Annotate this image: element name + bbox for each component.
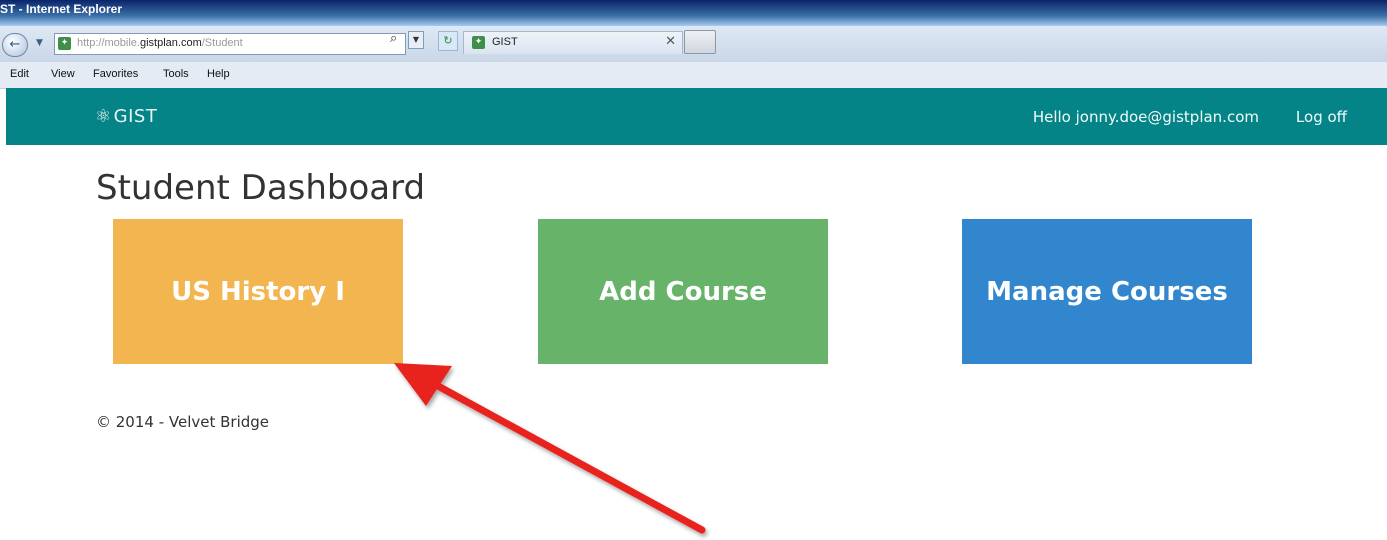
arrow-shaft [434,382,706,534]
search-icon[interactable]: ⌕ [390,31,397,46]
menu-item-favorites[interactable]: Favorites [93,68,138,80]
footer-copyright: © 2014 - Velvet Bridge [96,413,270,431]
address-dropdown-button[interactable]: ▼ [408,31,424,49]
address-domain: gistplan.com [139,37,202,49]
window-title: ST - Internet Explorer [0,2,123,16]
page-title: Student Dashboard [96,168,426,208]
user-greeting-link[interactable]: Hello jonny.doe@gistplan.com [1033,108,1259,126]
address-prefix: http://mobile. [77,37,140,49]
address-path: /Student [201,37,243,49]
menu-item-help[interactable]: Help [207,68,230,80]
close-icon[interactable]: ✕ [665,34,676,49]
site-favicon-icon: ✦ [58,37,71,50]
brand-name: GIST [113,106,158,127]
arrow-head [394,363,452,406]
back-icon[interactable]: ← [2,33,28,57]
chevron-down-icon[interactable]: ▼ [36,38,43,48]
menu-item-edit[interactable]: Edit [10,68,29,80]
tile-label: Add Course [599,276,767,307]
menu-bar: Edit View Favorites Tools Help [0,62,1387,89]
add-course-tile[interactable]: Add Course [538,219,828,364]
atom-icon: ⚛ [95,106,112,127]
new-tab-button[interactable] [684,30,716,54]
tab-label: GIST [492,36,518,48]
tile-label: US History I [171,276,345,307]
manage-courses-tile[interactable]: Manage Courses [962,219,1252,364]
brand-link[interactable]: ⚛ GIST [95,106,157,127]
menu-item-tools[interactable]: Tools [163,68,189,80]
address-bar[interactable]: ✦ http://mobile.gistplan.com/Student [54,33,406,55]
window-titlebar: ST - Internet Explorer [0,0,1387,26]
browser-tab[interactable]: ✦ GIST ✕ [463,31,683,54]
refresh-icon[interactable]: ↻ [438,31,458,51]
site-navbar: ⚛ GIST Hello jonny.doe@gistplan.com Log o… [6,88,1387,145]
tile-label: Manage Courses [986,276,1228,307]
course-tile-us-history[interactable]: US History I [113,219,403,364]
annotation-arrow [394,363,706,534]
address-text: http://mobile.gistplan.com/Student [77,37,243,49]
logoff-link[interactable]: Log off [1296,108,1347,126]
menu-item-view[interactable]: View [51,68,75,80]
tab-favicon-icon: ✦ [472,36,485,49]
